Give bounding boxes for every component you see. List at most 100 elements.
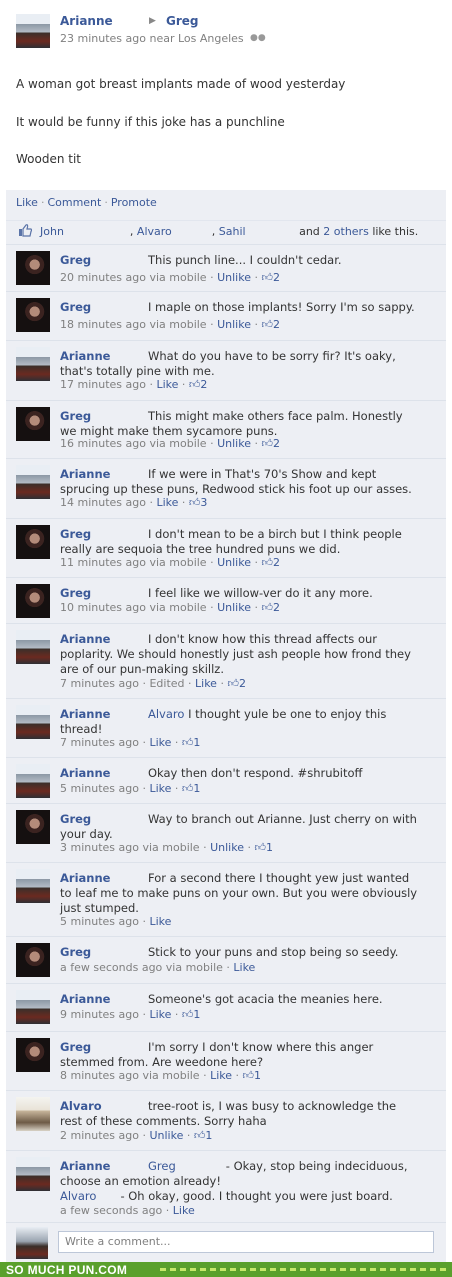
like-link[interactable]: Like (16, 196, 38, 209)
likes-others-link[interactable]: 2 others (323, 225, 369, 238)
comment-like-toggle[interactable]: Like (149, 915, 171, 928)
comment-like-toggle[interactable]: Like (173, 1204, 195, 1217)
comment-like-toggle[interactable]: Like (156, 378, 178, 391)
thumbs-up-icon[interactable]: 👍︎ (227, 677, 239, 690)
commenter-avatar[interactable] (16, 1097, 50, 1131)
commenter-avatar[interactable] (16, 251, 50, 285)
commenter-name[interactable]: Greg (60, 527, 91, 542)
promote-link[interactable]: Promote (111, 196, 157, 209)
comment-like-count[interactable]: 2 (200, 378, 207, 391)
comment-like-count[interactable]: 2 (273, 318, 280, 331)
comment-like-count[interactable]: 1 (193, 736, 200, 749)
commenter-avatar[interactable] (16, 1038, 50, 1072)
commenter-name[interactable]: Arianne (60, 871, 110, 886)
comment-mention[interactable]: Alvaro (148, 707, 184, 721)
liker-sahil[interactable]: Sahil (219, 225, 246, 238)
comment-like-toggle[interactable]: Like (233, 961, 255, 974)
thumbs-up-icon[interactable]: 👍︎ (182, 736, 194, 749)
comment-like-count[interactable]: 2 (273, 437, 280, 450)
comment-like-count[interactable]: 2 (239, 677, 246, 690)
separator: · (104, 196, 108, 209)
comment-like-toggle[interactable]: Unlike (149, 1129, 183, 1142)
thumbs-up-icon[interactable]: 👍︎ (261, 601, 273, 614)
commenter-avatar[interactable] (16, 990, 50, 1024)
comment-item: Arianne If we were in That's 70's Show an… (6, 458, 446, 519)
comment-like-count[interactable]: 1 (254, 1069, 261, 1082)
comment-like-toggle[interactable]: Unlike (217, 556, 251, 569)
comment-like-count[interactable]: 1 (193, 782, 200, 795)
comment-like-count[interactable]: 2 (273, 601, 280, 614)
comment-like-toggle[interactable]: Like (156, 496, 178, 509)
commenter-avatar[interactable] (16, 630, 50, 664)
comment-mention-alvaro[interactable]: Alvaro (60, 1189, 96, 1203)
commenter-name[interactable]: Arianne (60, 992, 110, 1007)
comment-like-count[interactable]: 3 (200, 496, 207, 509)
commenter-name[interactable]: Arianne (60, 467, 110, 482)
comment-like-count[interactable]: 2 (273, 556, 280, 569)
comment-like-toggle[interactable]: Like (149, 736, 171, 749)
author-avatar[interactable] (16, 14, 50, 48)
commenter-name[interactable]: Arianne (60, 766, 110, 781)
commenter-avatar[interactable] (16, 584, 50, 618)
comment-like-toggle[interactable]: Like (210, 1069, 232, 1082)
commenter-name[interactable]: Greg (60, 300, 91, 315)
comment-mention-greg[interactable]: Greg (148, 1159, 176, 1173)
thumbs-up-icon[interactable]: 👍︎ (194, 1129, 206, 1142)
arrow-right-icon: ▶ (149, 16, 156, 26)
thumbs-up-icon[interactable]: 👍︎ (261, 437, 273, 450)
thumbs-up-icon[interactable]: 👍︎ (182, 1008, 194, 1021)
commenter-avatar[interactable] (16, 943, 50, 977)
commenter-name[interactable]: Greg (60, 945, 91, 960)
commenter-name[interactable]: Greg (60, 586, 91, 601)
comment-like-count[interactable]: 1 (205, 1129, 212, 1142)
post-author[interactable]: Arianne (60, 14, 113, 28)
comment-like-toggle[interactable]: Like (195, 677, 217, 690)
liker-john[interactable]: John (40, 225, 64, 238)
commenter-avatar[interactable] (16, 525, 50, 559)
thumbs-up-icon[interactable]: 👍︎ (261, 271, 273, 284)
thumbs-up-icon[interactable]: 👍︎ (182, 782, 194, 795)
commenter-avatar[interactable] (16, 869, 50, 903)
comment-meta: 8 minutes ago via mobile · Like · 👍︎1 (60, 1069, 262, 1082)
commenter-name[interactable]: Greg (60, 812, 91, 827)
commenter-name[interactable]: Greg (60, 253, 91, 268)
comment-like-count[interactable]: 2 (273, 271, 280, 284)
thumbs-up-icon[interactable]: 👍︎ (243, 1069, 255, 1082)
comment-time: a few seconds ago via mobile · (60, 961, 234, 974)
comment-like-toggle[interactable]: Unlike (217, 271, 251, 284)
thumbs-up-icon[interactable]: 👍︎ (261, 318, 273, 331)
comment-like-toggle[interactable]: Like (149, 1008, 171, 1021)
commenter-avatar[interactable] (16, 764, 50, 798)
commenter-avatar[interactable] (16, 810, 50, 844)
commenter-name[interactable]: Arianne (60, 707, 110, 722)
commenter-name[interactable]: Arianne (60, 632, 110, 647)
thumbs-up-icon[interactable]: 👍︎ (189, 378, 201, 391)
commenter-name[interactable]: Alvaro (60, 1099, 102, 1114)
comment-like-toggle[interactable]: Unlike (217, 437, 251, 450)
post-recipient[interactable]: Greg (166, 14, 199, 28)
commenter-name[interactable]: Arianne (60, 349, 110, 364)
friends-icon: ●● (250, 33, 266, 43)
comment-link[interactable]: Comment (47, 196, 101, 209)
commenter-name[interactable]: Arianne (60, 1159, 110, 1174)
commenter-avatar[interactable] (16, 705, 50, 739)
commenter-avatar[interactable] (16, 298, 50, 332)
comment-like-count[interactable]: 1 (193, 1008, 200, 1021)
commenter-avatar[interactable] (16, 407, 50, 441)
commenter-name[interactable]: Greg (60, 409, 91, 424)
commenter-avatar[interactable] (16, 465, 50, 499)
comment-like-toggle[interactable]: Unlike (210, 841, 244, 854)
thumbs-up-icon[interactable]: 👍︎ (254, 841, 266, 854)
thumbs-up-icon[interactable]: 👍︎ (189, 496, 201, 509)
comment-like-count[interactable]: 1 (266, 841, 273, 854)
commenter-name[interactable]: Greg (60, 1040, 91, 1055)
commenter-avatar[interactable] (16, 1157, 50, 1191)
comment-like-toggle[interactable]: Like (149, 782, 171, 795)
comment-like-toggle[interactable]: Unlike (217, 318, 251, 331)
comment-input[interactable]: Write a comment... (58, 1231, 434, 1253)
liker-alvaro[interactable]: Alvaro (137, 225, 172, 238)
commenter-avatar[interactable] (16, 347, 50, 381)
comment-body: Arianne If we were in That's 70's Show an… (60, 467, 420, 497)
thumbs-up-icon[interactable]: 👍︎ (261, 556, 273, 569)
comment-like-toggle[interactable]: Unlike (217, 601, 251, 614)
